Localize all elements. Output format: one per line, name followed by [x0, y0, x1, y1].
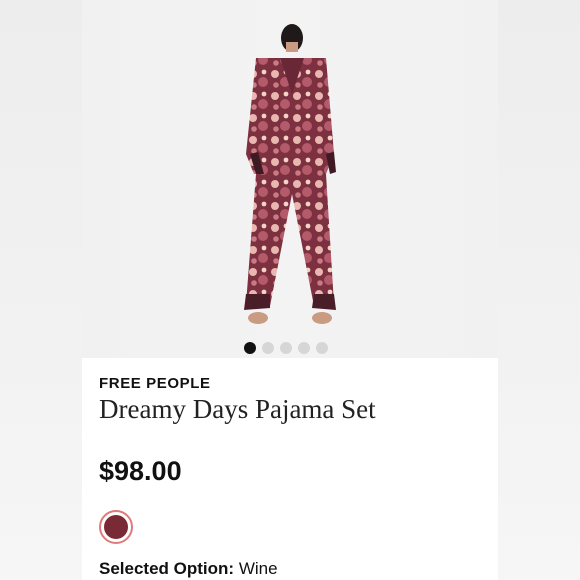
product-price: $98.00 — [99, 456, 182, 486]
product-photo[interactable] — [226, 24, 356, 342]
selected-option-value: Wine — [238, 559, 278, 578]
right-margin — [498, 0, 580, 580]
brand-name[interactable]: FREE PEOPLE — [99, 375, 211, 392]
left-margin — [0, 0, 82, 580]
carousel-dot-4[interactable] — [298, 342, 310, 354]
carousel-dot-1[interactable] — [244, 342, 256, 354]
color-swatch-wine[interactable] — [99, 510, 133, 544]
carousel-dot-5[interactable] — [316, 342, 328, 354]
carousel-dot-2[interactable] — [262, 342, 274, 354]
carousel-dots — [244, 342, 328, 354]
selected-option: Selected Option: Wine — [99, 559, 278, 579]
swatch-color-fill — [104, 515, 128, 539]
product-title: Dreamy Days Pajama Set — [99, 394, 376, 424]
carousel-dot-3[interactable] — [280, 342, 292, 354]
selected-option-label: Selected Option: — [99, 559, 235, 578]
